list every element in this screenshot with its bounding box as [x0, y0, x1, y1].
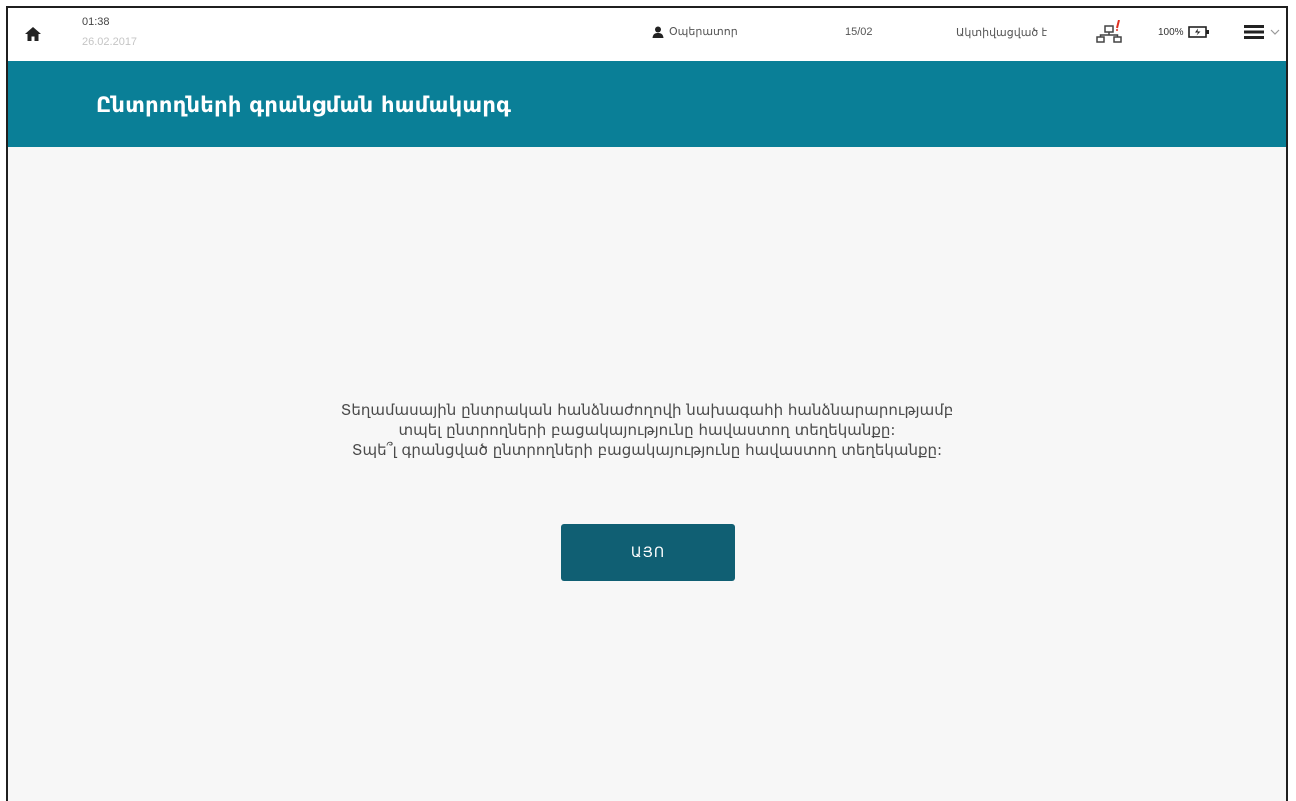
message-line-3: Տպե՞լ գրանցված ընտրողների բացակայություն… [351, 441, 943, 459]
clock-time: 01:38 [82, 16, 110, 28]
confirmation-message: Տեղամասային ընտրական հանձնաժողովի նախագա… [8, 400, 1286, 460]
battery-status: 100% [1158, 26, 1210, 38]
chevron-down-icon [1270, 29, 1280, 35]
network-icon [1095, 19, 1125, 51]
status-bar: 01:38 26.02.2017 Օպերատոր 15/02 Ակտիվացվ… [8, 8, 1286, 61]
menu-icon [1244, 25, 1264, 39]
main-menu-button[interactable] [1244, 24, 1280, 40]
message-line-1: Տեղամասային ընտրական հանձնաժողովի նախագա… [340, 401, 954, 419]
battery-percent: 100% [1158, 26, 1184, 38]
message-line-2: տպել ընտրողների բացակայությունը հավաստող… [398, 421, 896, 439]
yes-button[interactable]: ԱՅՈ [561, 524, 735, 581]
page-header: Ընտրողների գրանցման համակարգ [8, 61, 1286, 147]
counter-value: 15/02 [845, 26, 873, 38]
page-title: Ընտրողների գրանցման համակարգ [96, 93, 512, 117]
user-label: Օպերատոր [669, 26, 738, 38]
app-window: 01:38 26.02.2017 Օպերատոր 15/02 Ակտիվացվ… [6, 6, 1288, 801]
battery-icon [1187, 26, 1209, 38]
home-icon[interactable] [23, 24, 43, 44]
operator-user[interactable]: Օպերատոր [652, 25, 738, 38]
clock-date: 26.02.2017 [82, 36, 138, 48]
activation-status: Ակտիվացված է [956, 27, 1047, 39]
user-icon [652, 26, 664, 38]
